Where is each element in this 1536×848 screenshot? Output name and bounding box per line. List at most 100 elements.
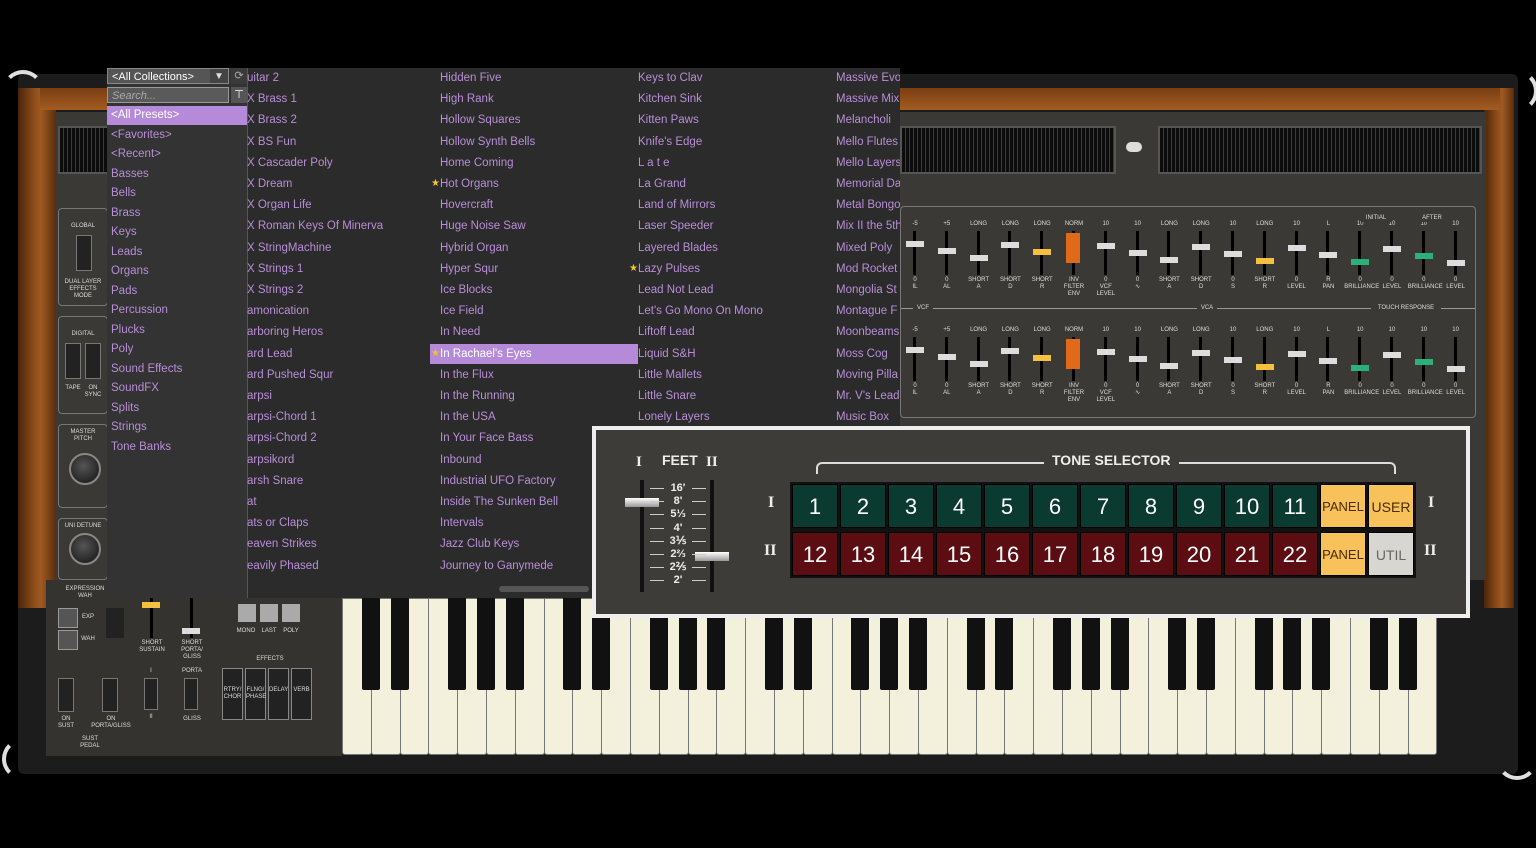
preset-item[interactable]: Kitten Paws	[628, 110, 828, 130]
tone-button-i[interactable]: 3	[888, 484, 934, 528]
preset-item[interactable]: Little Snare	[628, 386, 828, 406]
preset-item[interactable]: Lonely Layers	[628, 407, 828, 427]
category-item[interactable]: Basses	[107, 165, 247, 184]
preset-item[interactable]: X Organ Life	[247, 195, 427, 215]
category-item[interactable]: Pads	[107, 282, 247, 301]
preset-item[interactable]: X Brass 2	[247, 110, 427, 130]
preset-item[interactable]: ard Lead	[247, 344, 427, 364]
panel-ii-button[interactable]: PANEL	[1320, 532, 1366, 576]
category-item[interactable]: Tone Banks	[107, 438, 247, 457]
preset-item[interactable]: Melancholi	[826, 110, 900, 130]
preset-item[interactable]: ats or Claps	[247, 513, 427, 533]
preset-item[interactable]: Mongolia St	[826, 280, 900, 300]
preset-item[interactable]: Metal Bongo	[826, 195, 900, 215]
preset-item[interactable]: Home Coming	[430, 153, 638, 173]
tone-button-ii[interactable]: 18	[1080, 532, 1126, 576]
preset-item[interactable]: Hovercraft	[430, 195, 638, 215]
tone-button-ii[interactable]: 20	[1176, 532, 1222, 576]
preset-item[interactable]: at	[247, 492, 427, 512]
preset-item[interactable]: Mix II the 5th	[826, 216, 900, 236]
category-item[interactable]: <Favorites>	[107, 126, 247, 145]
tone-button-i[interactable]: 4	[936, 484, 982, 528]
tone-button-ii[interactable]: 17	[1032, 532, 1078, 576]
preset-item[interactable]: Ice Blocks	[430, 280, 638, 300]
preset-item[interactable]: arpsi-Chord 2	[247, 428, 427, 448]
pin-icon[interactable]: ⊤	[231, 87, 247, 103]
preset-item[interactable]: L a t e	[628, 153, 828, 173]
preset-item[interactable]: X Roman Keys Of Minerva	[247, 216, 427, 236]
tone-button-i[interactable]: 2	[840, 484, 886, 528]
preset-item[interactable]: Land of Mirrors	[628, 195, 828, 215]
preset-item[interactable]: Liftoff Lead	[628, 322, 828, 342]
user-button[interactable]: USER	[1368, 484, 1414, 528]
preset-item[interactable]: In the USA	[430, 407, 638, 427]
category-item[interactable]: Poly	[107, 340, 247, 359]
preset-item[interactable]: Hollow Squares	[430, 110, 638, 130]
category-item[interactable]: Organs	[107, 262, 247, 281]
tone-button-i[interactable]: 9	[1176, 484, 1222, 528]
preset-item[interactable]: In Need	[430, 322, 638, 342]
preset-item[interactable]: Keys to Clav	[628, 68, 828, 88]
preset-item[interactable]: High Rank	[430, 89, 638, 109]
preset-item[interactable]: eaven Strikes	[247, 534, 427, 554]
preset-item[interactable]: Moss Cog	[826, 344, 900, 364]
util-button[interactable]: UTIL	[1368, 532, 1414, 576]
preset-item[interactable]: In the Flux	[430, 365, 638, 385]
chevron-down-icon[interactable]: ▼	[210, 69, 228, 83]
preset-item[interactable]: In the Running	[430, 386, 638, 406]
favorite-star-icon[interactable]: ★	[431, 344, 440, 364]
tone-button-i[interactable]: 7	[1080, 484, 1126, 528]
category-item[interactable]: Sound Effects	[107, 360, 247, 379]
preset-item[interactable]: X Brass 1	[247, 89, 427, 109]
tone-button-ii[interactable]: 12	[792, 532, 838, 576]
tone-button-ii[interactable]: 14	[888, 532, 934, 576]
preset-item[interactable]: arpsi	[247, 386, 427, 406]
preset-item[interactable]: ard Pushed Squr	[247, 365, 427, 385]
search-input[interactable]: Search...	[107, 87, 229, 103]
preset-item[interactable]: X Strings 1	[247, 259, 427, 279]
black-key[interactable]	[390, 598, 409, 690]
preset-item[interactable]: Mr. V's Lead	[826, 386, 900, 406]
category-item[interactable]: Leads	[107, 243, 247, 262]
preset-item[interactable]: Mello Flutes	[826, 132, 900, 152]
preset-item[interactable]: Little Mallets	[628, 365, 828, 385]
preset-item[interactable]: Massive Mix	[826, 89, 900, 109]
preset-item[interactable]: Ice Field	[430, 301, 638, 321]
tone-button-i[interactable]: 6	[1032, 484, 1078, 528]
category-item[interactable]: <Recent>	[107, 145, 247, 164]
category-item[interactable]: <All Presets>	[107, 106, 247, 125]
panel-i-button[interactable]: PANEL	[1320, 484, 1366, 528]
preset-item[interactable]: Mod Rocket	[826, 259, 900, 279]
black-key[interactable]	[563, 598, 582, 690]
refresh-icon[interactable]: ⟳	[231, 68, 247, 84]
preset-item[interactable]: ★ In Rachael's Eyes	[430, 343, 638, 364]
collection-dropdown[interactable]: <All Collections> ▼	[107, 68, 229, 84]
preset-item[interactable]: Layered Blades	[628, 238, 828, 258]
preset-item[interactable]: Massive Evo	[826, 68, 900, 88]
tone-button-ii[interactable]: 19	[1128, 532, 1174, 576]
category-item[interactable]: Strings	[107, 418, 247, 437]
black-key[interactable]	[477, 598, 495, 690]
preset-item[interactable]: Kitchen Sink	[628, 89, 828, 109]
preset-item[interactable]: arpsi-Chord 1	[247, 407, 427, 427]
black-key[interactable]	[505, 598, 524, 690]
preset-item[interactable]: eavily Phased	[247, 556, 427, 576]
tone-button-i[interactable]: 10	[1224, 484, 1270, 528]
favorite-star-icon[interactable]: ★	[629, 259, 638, 279]
tone-button-ii[interactable]: 21	[1224, 532, 1270, 576]
preset-item[interactable]: amonication	[247, 301, 427, 321]
tone-button-ii[interactable]: 15	[936, 532, 982, 576]
preset-item[interactable]: X StringMachine	[247, 238, 427, 258]
tone-button-i[interactable]: 5	[984, 484, 1030, 528]
tone-button-i[interactable]: 1	[792, 484, 838, 528]
category-item[interactable]: Keys	[107, 223, 247, 242]
preset-item[interactable]: Huge Noise Saw	[430, 216, 638, 236]
tone-button-i[interactable]: 8	[1128, 484, 1174, 528]
preset-item[interactable]: Mixed Poly	[826, 238, 900, 258]
preset-item[interactable]: Mello Layers	[826, 153, 900, 173]
preset-item[interactable]: ★ Lazy Pulses	[628, 259, 828, 279]
preset-item[interactable]: Memorial Da	[826, 174, 900, 194]
preset-item[interactable]: arsh Snare	[247, 471, 427, 491]
preset-item[interactable]: Hyper Squr	[430, 259, 638, 279]
tone-button-ii[interactable]: 13	[840, 532, 886, 576]
